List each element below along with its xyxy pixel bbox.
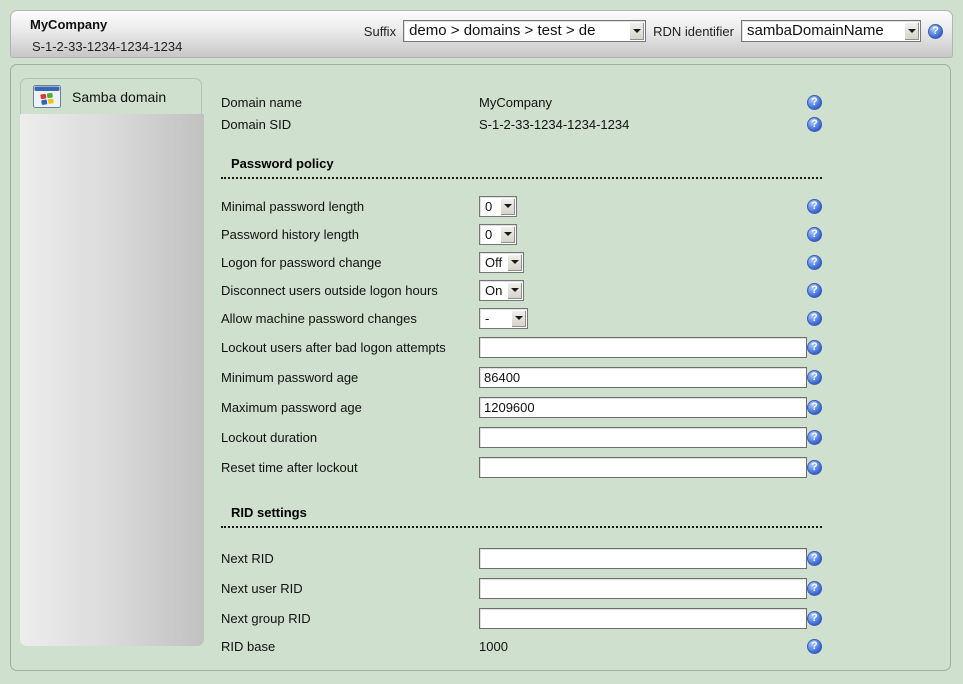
page-title: MyCompany xyxy=(30,17,107,32)
field-label: RID base xyxy=(221,639,479,654)
help-icon[interactable]: ? xyxy=(807,460,822,475)
title-bar: MyCompany S-1-2-33-1234-1234-1234 Suffix… xyxy=(10,10,953,58)
info-row: Domain name MyCompany ? xyxy=(221,91,822,113)
help-icon[interactable]: ? xyxy=(807,430,822,445)
rdn-identifier-label: RDN identifier xyxy=(653,24,734,39)
select-value: On xyxy=(480,281,506,300)
field-row: Next group RID ? xyxy=(221,608,822,629)
sidebar xyxy=(20,114,204,646)
select-value: 0 xyxy=(480,197,499,216)
settings-form: Domain name MyCompany ? Domain SID S-1-2… xyxy=(221,91,822,656)
field-label: Maximum password age xyxy=(221,400,479,415)
header-controls: Suffix demo > domains > test > de RDN id… xyxy=(364,20,943,42)
domain-name-value: MyCompany xyxy=(479,95,552,110)
field-label: Next user RID xyxy=(221,581,479,596)
section-title: RID settings xyxy=(231,505,307,520)
rid-base-value: 1000 xyxy=(479,639,508,654)
chevron-down-icon[interactable] xyxy=(507,282,522,299)
domain-sid-value: S-1-2-33-1234-1234-1234 xyxy=(479,117,629,132)
help-icon[interactable]: ? xyxy=(807,340,822,355)
page: MyCompany S-1-2-33-1234-1234-1234 Suffix… xyxy=(0,0,963,684)
field-row: Allow machine password changes - ? xyxy=(221,308,822,328)
field-label: Lockout users after bad logon attempts xyxy=(221,340,479,355)
field-label: Minimum password age xyxy=(221,370,479,385)
field-label: Minimal password length xyxy=(221,199,479,214)
next-user-rid-input[interactable] xyxy=(479,578,807,599)
help-icon[interactable]: ? xyxy=(928,24,943,39)
field-label: Next group RID xyxy=(221,611,479,626)
rdn-select-value: sambaDomainName xyxy=(742,21,903,41)
field-row: Lockout duration ? xyxy=(221,427,822,448)
field-row: Logon for password change Off ? xyxy=(221,252,822,272)
help-icon[interactable]: ? xyxy=(807,199,822,214)
field-row: Maximum password age ? xyxy=(221,397,822,418)
section-title: Password policy xyxy=(231,156,334,171)
section-header-rid-settings: RID settings xyxy=(221,504,822,528)
disconnect-users-select[interactable]: On xyxy=(479,280,524,301)
tab-samba-domain[interactable]: Samba domain xyxy=(20,78,202,114)
select-value: Off xyxy=(480,253,506,272)
field-label: Logon for password change xyxy=(221,255,479,270)
logon-for-password-change-select[interactable]: Off xyxy=(479,252,524,273)
field-label: Domain name xyxy=(221,95,479,110)
next-rid-input[interactable] xyxy=(479,548,807,569)
help-icon[interactable]: ? xyxy=(807,117,822,132)
help-icon[interactable]: ? xyxy=(807,95,822,110)
suffix-label: Suffix xyxy=(364,24,396,39)
help-icon[interactable]: ? xyxy=(807,255,822,270)
help-icon[interactable]: ? xyxy=(807,551,822,566)
field-label: Allow machine password changes xyxy=(221,311,479,326)
next-group-rid-input[interactable] xyxy=(479,608,807,629)
select-value: 0 xyxy=(480,225,499,244)
field-row: Minimum password age ? xyxy=(221,367,822,388)
select-value: - xyxy=(480,309,510,328)
field-row: Lockout users after bad logon attempts ? xyxy=(221,337,822,358)
field-label: Reset time after lockout xyxy=(221,460,479,475)
lockout-duration-input[interactable] xyxy=(479,427,807,448)
min-password-age-input[interactable] xyxy=(479,367,807,388)
windows-logo-icon xyxy=(33,85,61,108)
field-label: Disconnect users outside logon hours xyxy=(221,283,479,298)
field-row: Reset time after lockout ? xyxy=(221,457,822,478)
tab-label: Samba domain xyxy=(72,89,166,105)
chevron-down-icon[interactable] xyxy=(500,226,515,243)
chevron-down-icon[interactable] xyxy=(511,310,526,327)
field-label: Lockout duration xyxy=(221,430,479,445)
chevron-down-icon[interactable] xyxy=(500,198,515,215)
suffix-select-value: demo > domains > test > de xyxy=(404,21,628,41)
chevron-down-icon[interactable] xyxy=(507,254,522,271)
suffix-select[interactable]: demo > domains > test > de xyxy=(403,20,646,42)
machine-password-changes-select[interactable]: - xyxy=(479,308,528,329)
minimal-password-length-select[interactable]: 0 xyxy=(479,196,517,217)
domain-sid-subtitle: S-1-2-33-1234-1234-1234 xyxy=(32,39,182,54)
main-panel: Samba domain Domain name MyCompany ? Dom… xyxy=(10,64,951,671)
max-password-age-input[interactable] xyxy=(479,397,807,418)
chevron-down-icon[interactable] xyxy=(904,22,919,40)
section-header-password-policy: Password policy xyxy=(221,155,822,179)
field-row: Minimal password length 0 ? xyxy=(221,196,822,216)
field-label: Domain SID xyxy=(221,117,479,132)
lockout-attempts-input[interactable] xyxy=(479,337,807,358)
help-icon[interactable]: ? xyxy=(807,370,822,385)
help-icon[interactable]: ? xyxy=(807,311,822,326)
password-history-length-select[interactable]: 0 xyxy=(479,224,517,245)
help-icon[interactable]: ? xyxy=(807,611,822,626)
field-row: Next RID ? xyxy=(221,548,822,569)
help-icon[interactable]: ? xyxy=(807,581,822,596)
chevron-down-icon[interactable] xyxy=(629,22,644,40)
help-icon[interactable]: ? xyxy=(807,283,822,298)
help-icon[interactable]: ? xyxy=(807,639,822,654)
field-row: Disconnect users outside logon hours On … xyxy=(221,280,822,300)
field-label: Password history length xyxy=(221,227,479,242)
help-icon[interactable]: ? xyxy=(807,227,822,242)
help-icon[interactable]: ? xyxy=(807,400,822,415)
field-row: Password history length 0 ? xyxy=(221,224,822,244)
rdn-identifier-select[interactable]: sambaDomainName xyxy=(741,20,921,42)
field-label: Next RID xyxy=(221,551,479,566)
info-row: Domain SID S-1-2-33-1234-1234-1234 ? xyxy=(221,113,822,135)
field-row: Next user RID ? xyxy=(221,578,822,599)
field-row: RID base 1000 ? xyxy=(221,636,822,656)
reset-time-input[interactable] xyxy=(479,457,807,478)
